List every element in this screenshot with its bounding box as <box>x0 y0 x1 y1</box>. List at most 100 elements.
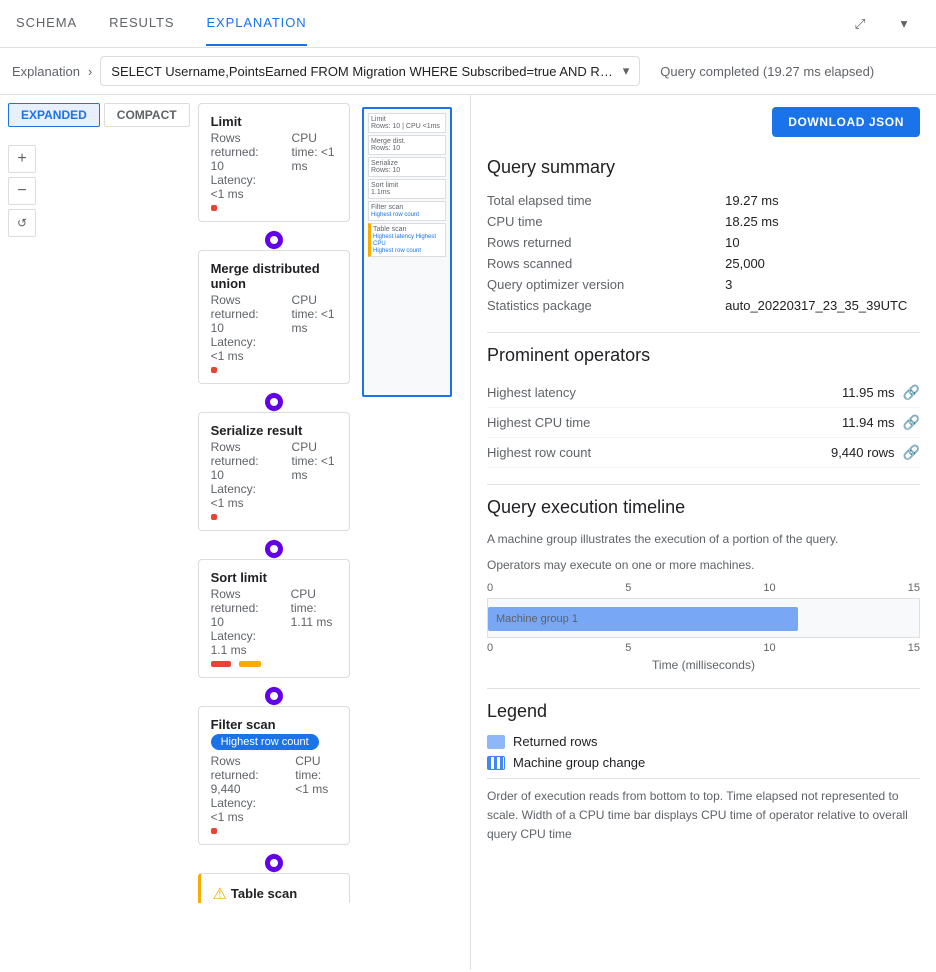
summary-label: Rows returned <box>487 232 725 253</box>
summary-label: CPU time <box>487 211 725 232</box>
prominent-row: Highest row count 9,440 rows 🔗 <box>487 438 920 468</box>
legend-note: Order of execution reads from bottom to … <box>487 778 920 845</box>
zoom-reset-btn[interactable]: ↺ <box>8 209 36 237</box>
operator-card-limit[interactable]: Limit Rows returned: 10 Latency: <1 ms C… <box>198 103 350 222</box>
timeline-desc1: A machine group illustrates the executio… <box>487 530 920 548</box>
timeline-axis-top: 0 5 10 15 <box>487 582 920 594</box>
latency-bar-sort <box>211 661 231 667</box>
summary-value: auto_20220317_23_35_39UTC <box>725 295 920 316</box>
legend-swatch-machine <box>487 756 505 770</box>
summary-value: 25,000 <box>725 253 920 274</box>
bar-row-limit <box>211 205 337 211</box>
legend-section: Legend Returned rows Machine group chang… <box>487 701 920 845</box>
rows-merge: Rows returned: 10 <box>211 293 260 335</box>
divider-3 <box>487 688 920 689</box>
operator-name-filter: Filter scan <box>211 717 337 732</box>
summary-value: 18.25 ms <box>725 211 920 232</box>
latency-bar-serialize <box>211 514 217 520</box>
rows-filter: Rows returned: 9,440 <box>211 754 264 796</box>
prominent-operators-title: Prominent operators <box>487 345 920 366</box>
prominent-value: 11.94 ms <box>842 415 895 430</box>
breadcrumb-label: Explanation <box>12 64 80 79</box>
badges-filter: Highest row count <box>211 734 337 750</box>
axis-b-10: 10 <box>763 642 775 654</box>
axis-15: 15 <box>908 582 920 594</box>
latency-bar-filter <box>211 828 217 834</box>
axis-b-15: 15 <box>908 642 920 654</box>
operator-card-serialize[interactable]: Serialize result Rows returned: 10 Laten… <box>198 412 350 531</box>
rows-limit: Rows returned: 10 <box>211 131 260 173</box>
prominent-label: Highest CPU time <box>487 415 842 430</box>
compact-btn[interactable]: COMPACT <box>104 103 190 127</box>
operator-name-tablescan: Table scan <box>231 886 297 901</box>
timeline-bar-area: Machine group 1 <box>487 598 920 638</box>
operator-name-merge: Merge distributed union <box>211 261 337 291</box>
operator-card-filter[interactable]: Filter scan Highest row count Rows retur… <box>198 706 350 845</box>
timeline-x-label: Time (milliseconds) <box>487 658 920 672</box>
timeline-desc2: Operators may execute on one or more mac… <box>487 556 920 574</box>
divider-2 <box>487 484 920 485</box>
query-status: Query completed (19.27 ms elapsed) <box>660 64 874 79</box>
expand-icon[interactable]: ⤢ <box>844 8 876 40</box>
latency-merge: Latency: <1 ms <box>211 335 260 363</box>
cpu-serialize: CPU time: <1 ms <box>292 440 337 482</box>
link-icon[interactable]: 🔗 <box>903 414 920 431</box>
minimap-area: LimitRows: 10 | CPU <1ms Merge dist.Rows… <box>362 103 462 397</box>
tabs-left: SCHEMA RESULTS EXPLANATION <box>16 1 307 46</box>
summary-value: 3 <box>725 274 920 295</box>
chevron-down-icon[interactable]: ▾ <box>888 8 920 40</box>
operator-card-sort[interactable]: Sort limit Rows returned: 10 Latency: 1.… <box>198 559 350 678</box>
cpu-sort: CPU time: 1.11 ms <box>291 587 337 629</box>
zoom-out-btn[interactable]: − <box>8 177 36 205</box>
bar-row-merge <box>211 367 337 373</box>
tab-schema[interactable]: SCHEMA <box>16 1 77 46</box>
timeline-axis-bottom: 0 5 10 15 <box>487 642 920 654</box>
zoom-controls: + − ↺ <box>8 145 190 237</box>
rows-serialize: Rows returned: 10 <box>211 440 260 482</box>
right-panel: DOWNLOAD JSON Query summary Total elapse… <box>470 95 936 970</box>
connector-5 <box>198 853 350 873</box>
prominent-label: Highest latency <box>487 385 842 400</box>
operator-name-limit: Limit <box>211 114 337 129</box>
summary-row: Statistics packageauto_20220317_23_35_39… <box>487 295 920 316</box>
legend-label-returned: Returned rows <box>513 734 598 749</box>
minimap: LimitRows: 10 | CPU <1ms Merge dist.Rows… <box>362 107 452 397</box>
link-icon[interactable]: 🔗 <box>903 444 920 461</box>
bar-row-sort <box>211 661 337 667</box>
link-icon[interactable]: 🔗 <box>903 384 920 401</box>
bar-row-serialize <box>211 514 337 520</box>
axis-0: 0 <box>487 582 493 594</box>
expanded-btn[interactable]: EXPANDED <box>8 103 100 127</box>
summary-value: 10 <box>725 232 920 253</box>
query-dropdown-icon: ▾ <box>623 63 630 79</box>
query-summary-table: Total elapsed time19.27 msCPU time18.25 … <box>487 190 920 316</box>
operator-header-tablescan: ⚠ Table scan <box>213 884 337 903</box>
prominent-label: Highest row count <box>487 445 831 460</box>
timeline-title: Query execution timeline <box>487 497 920 518</box>
warning-icon: ⚠ <box>213 884 227 903</box>
tab-explanation[interactable]: EXPLANATION <box>206 1 306 46</box>
cpu-filter: CPU time: <1 ms <box>295 754 337 796</box>
summary-row: Rows scanned25,000 <box>487 253 920 274</box>
download-json-btn[interactable]: DOWNLOAD JSON <box>772 107 920 137</box>
timeline-chart: 0 5 10 15 Machine group 1 0 5 10 15 Time… <box>487 582 920 672</box>
prominent-rows: Highest latency 11.95 ms 🔗Highest CPU ti… <box>487 378 920 468</box>
top-tabs-bar: SCHEMA RESULTS EXPLANATION ⤢ ▾ <box>0 0 936 48</box>
operator-metrics-limit: Rows returned: 10 Latency: <1 ms CPU tim… <box>211 131 337 201</box>
tabs-right: ⤢ ▾ <box>844 8 920 40</box>
summary-label: Rows scanned <box>487 253 725 274</box>
operator-metrics-filter: Rows returned: 9,440 Latency: <1 ms CPU … <box>211 754 337 824</box>
query-selector-text: SELECT Username,PointsEarned FROM Migrat… <box>111 64 616 79</box>
main-content: EXPANDED COMPACT + − ↺ Limit Rows return… <box>0 95 936 970</box>
axis-10: 10 <box>763 582 775 594</box>
operator-name-sort: Sort limit <box>211 570 337 585</box>
operator-card-merge[interactable]: Merge distributed union Rows returned: 1… <box>198 250 350 384</box>
zoom-in-btn[interactable]: + <box>8 145 36 173</box>
connector-4 <box>198 686 350 706</box>
tab-results[interactable]: RESULTS <box>109 1 174 46</box>
latency-sort: Latency: 1.1 ms <box>211 629 259 657</box>
axis-b-5: 5 <box>625 642 631 654</box>
operator-card-tablescan[interactable]: ⚠ Table scan on Migration Full scan High… <box>198 873 350 903</box>
query-bar: Explanation › SELECT Username,PointsEarn… <box>0 48 936 95</box>
query-selector[interactable]: SELECT Username,PointsEarned FROM Migrat… <box>100 56 640 86</box>
